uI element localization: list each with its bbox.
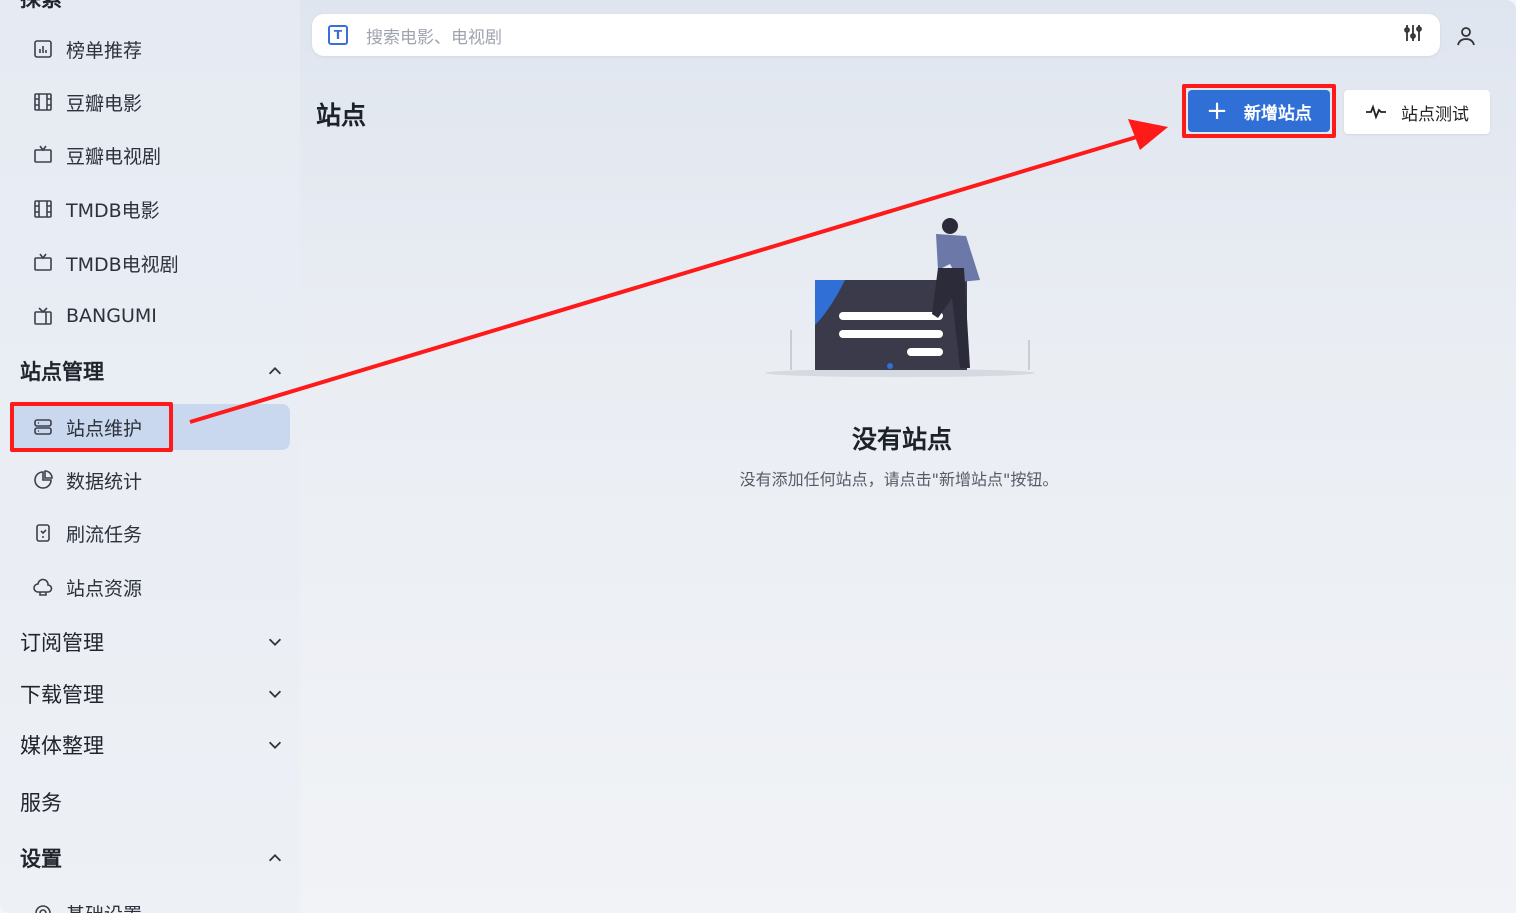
sidebar-item-douban-movie[interactable]: 豆瓣电影 [12,79,290,125]
empty-state-illustration [765,218,1035,377]
sidebar-item-label: 站点资源 [66,577,143,600]
empty-state-title: 没有站点 [851,425,952,454]
group-settings[interactable]: 设置 [20,838,290,878]
sidebar-item-tmdb-tv[interactable]: TMDB电视剧 [12,240,290,286]
task-icon [32,522,54,544]
sidebar-item-douban-tv[interactable]: 豆瓣电视剧 [12,132,290,178]
sidebar-item-label: 基础设置 [66,900,142,913]
add-site-label: 新增站点 [1243,103,1312,124]
group-explore[interactable]: 探索 [20,0,290,18]
sidebar-item-label: 豆瓣电影 [66,92,143,115]
page-title: 站点 [316,101,367,130]
activity-icon [1366,104,1386,120]
sidebar-item-label: 豆瓣电视剧 [66,145,162,168]
group-label: 站点管理 [20,360,104,384]
group-services[interactable]: 服务 [20,782,290,822]
sidebar-item-rankings[interactable]: 榜单推荐 [12,26,290,72]
group-site-management[interactable]: 站点管理 [20,351,290,391]
plus-icon: + [1206,96,1228,126]
search-input[interactable]: 搜索电影、电视剧 [366,23,1402,48]
chevron-up-icon [266,848,286,868]
chart-icon [32,38,54,60]
sidebar: 探索 榜单推荐 豆瓣电影 豆瓣电视剧 TMDB电影 TMDB电视剧 BANGUM… [0,0,300,913]
text-search-icon: T [328,25,348,45]
group-label: 订阅管理 [20,631,104,655]
sidebar-item-bangumi[interactable]: BANGUMI [12,293,290,339]
sidebar-item-label: BANGUMI [66,305,157,327]
sidebar-item-brush-tasks[interactable]: 刷流任务 [12,510,290,556]
chevron-down-icon [266,684,286,704]
film-icon [32,198,54,220]
sidebar-item-tmdb-movie[interactable]: TMDB电影 [12,186,290,232]
sidebar-item-label: 榜单推荐 [66,39,143,62]
chevron-up-icon [266,361,286,381]
empty-state-description: 没有添加任何站点，请点击"新增站点"按钮。 [739,470,1059,489]
filter-settings-icon[interactable] [1402,22,1424,48]
user-icon[interactable] [1454,24,1480,50]
group-label: 媒体整理 [20,734,104,758]
search-bar[interactable]: T 搜索电影、电视剧 [312,14,1440,56]
sidebar-item-basic-settings[interactable]: 基础设置 [12,890,290,913]
tv-retro-icon [32,305,54,327]
group-download-management[interactable]: 下载管理 [20,674,290,714]
add-site-button[interactable]: + 新增站点 [1188,90,1330,132]
group-media-management[interactable]: 媒体整理 [20,725,290,765]
sidebar-item-site-resources[interactable]: 站点资源 [12,564,290,610]
group-label: 服务 [20,791,62,815]
chevron-down-icon [266,632,286,652]
tv-icon [32,252,54,274]
site-test-label: 站点测试 [1401,104,1469,125]
film-icon [32,91,54,113]
group-subscribe-management[interactable]: 订阅管理 [20,622,290,662]
group-label: 下载管理 [20,683,104,707]
sidebar-item-label: 刷流任务 [66,523,143,546]
gear-icon [32,902,54,913]
app-window: 探索 榜单推荐 豆瓣电影 豆瓣电视剧 TMDB电影 TMDB电视剧 BANGUM… [0,0,1516,913]
chevron-down-icon [266,735,286,755]
group-label: 设置 [20,847,62,871]
site-test-button[interactable]: 站点测试 [1344,90,1490,134]
group-explore-label: 探索 [20,0,62,13]
cloud-icon [32,576,54,598]
tv-icon [32,144,54,166]
sidebar-item-label: TMDB电视剧 [66,253,179,276]
sidebar-item-label: TMDB电影 [66,199,160,222]
